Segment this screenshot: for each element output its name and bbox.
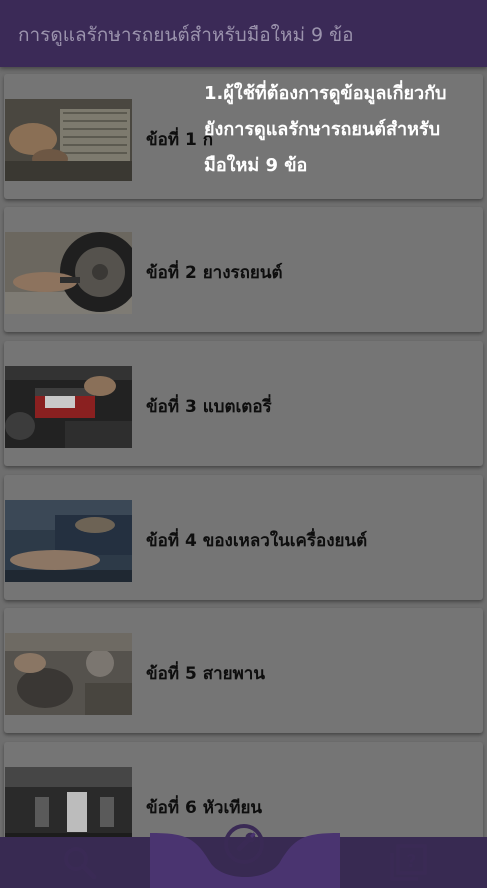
battery-photo [5, 366, 132, 448]
tooltip-line: 1.ผู้ใช้ที่ต้องการดูข้อมูลเกี่ยวกับ [204, 83, 447, 104]
tooltip-line: ยังการดูแลรักษารถยนต์สำหรับ [204, 119, 441, 140]
list-item-5[interactable]: ข้อที่ 5 สายพาน [4, 608, 483, 733]
air-filter-photo [5, 99, 132, 181]
search-icon[interactable] [62, 845, 98, 881]
list-item-label: ข้อที่ 2 ยางรถยนต์ [146, 263, 283, 283]
tutorial-tooltip: 1.ผู้ใช้ที่ต้องการดูข้อมูลเกี่ยวกับ ยังก… [204, 76, 484, 184]
list-item-label: ข้อที่ 3 แบตเตอรี่ [146, 397, 272, 417]
list-item-label: ข้อที่ 6 หัวเทียน [146, 798, 263, 818]
list-item-2[interactable]: ข้อที่ 2 ยางรถยนต์ [4, 207, 483, 332]
tire-photo [5, 232, 132, 314]
wrench-icon[interactable] [223, 823, 265, 865]
svg-text:?: ? [406, 851, 416, 872]
page-title: การดูแลรักษารถยนต์สำหรับมือใหม่ 9 ข้อ [18, 24, 354, 46]
tooltip-line: มือใหม่ 9 ข้อ [204, 155, 308, 176]
help-pages-icon[interactable]: ? [388, 843, 428, 883]
engine-fluid-photo [5, 500, 132, 582]
list-item-4[interactable]: ข้อที่ 4 ของเหลวในเครื่องยนต์ [4, 475, 483, 600]
list-item-label: ข้อที่ 5 สายพาน [146, 664, 265, 684]
spark-plug-photo [5, 767, 132, 837]
list-item-3[interactable]: ข้อที่ 3 แบตเตอรี่ [4, 341, 483, 466]
belt-photo [5, 633, 132, 715]
screen: การดูแลรักษารถยนต์สำหรับมือใหม่ 9 ข้อ ข้… [0, 0, 487, 888]
list-item-label: ข้อที่ 1 ก [146, 130, 213, 150]
app-bar: การดูแลรักษารถยนต์สำหรับมือใหม่ 9 ข้อ [0, 0, 487, 67]
list-item-label: ข้อที่ 4 ของเหลวในเครื่องยนต์ [146, 531, 368, 551]
